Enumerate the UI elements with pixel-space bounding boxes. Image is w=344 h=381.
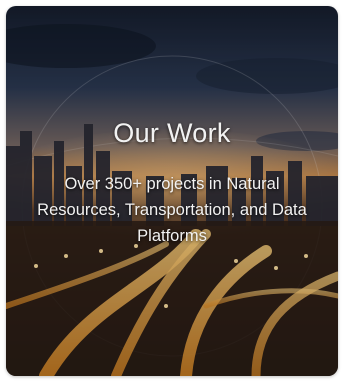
card-title: Our Work [113, 118, 231, 148]
card-content: Our Work Over 350+ projects in Natural R… [6, 118, 338, 249]
our-work-card[interactable]: Our Work Over 350+ projects in Natural R… [6, 6, 338, 376]
card-description: Over 350+ projects in Natural Resources,… [37, 175, 307, 245]
